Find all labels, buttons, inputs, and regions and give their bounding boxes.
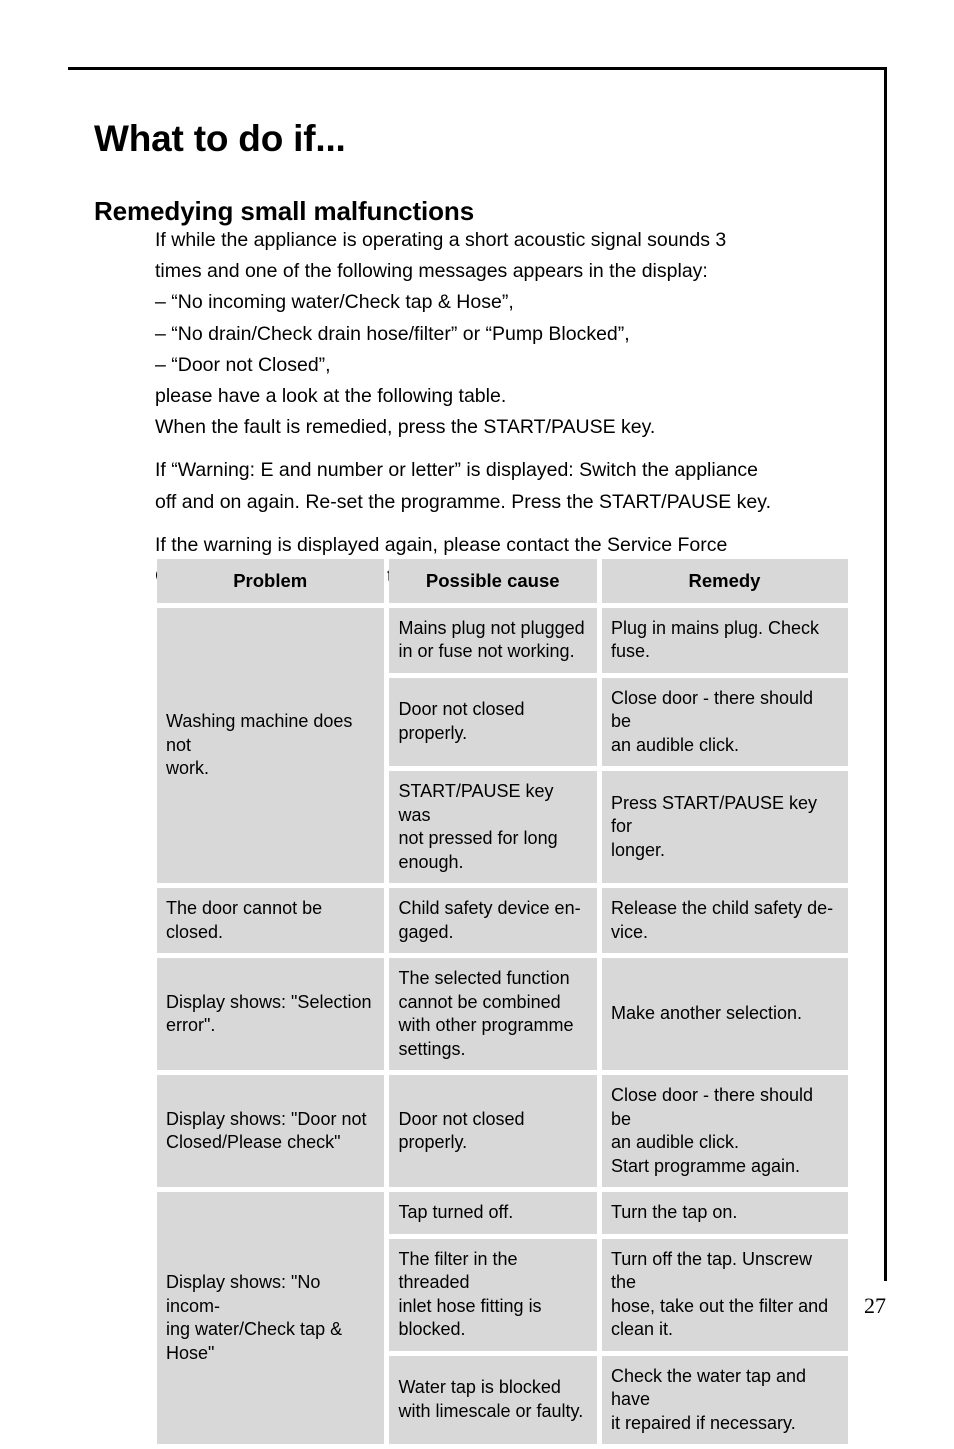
cell-line: Check the water tap and have <box>610 1365 807 1410</box>
cell-line: with limescale or faulty. <box>398 1400 584 1421</box>
cell-remedy: Press START/PAUSE key for longer. <box>601 771 848 883</box>
cell-line: Washing machine does not <box>166 711 353 755</box>
cell-cause: Tap turned off. <box>389 1192 597 1234</box>
cell-cause: START/PAUSE key was not pressed for long… <box>389 771 597 883</box>
cell-problem: Washing machine does not work. <box>157 607 385 883</box>
cell-line: The door cannot be closed. <box>166 898 323 942</box>
cell-line: Display shows: "Selection <box>166 991 372 1012</box>
cell-line: ing water/Check tap & <box>166 1319 343 1339</box>
cell-line: Mains plug not plugged <box>398 617 585 638</box>
cell-cause: Child safety device en- gaged. <box>389 888 597 953</box>
intro-paragraph-1: If while the appliance is operating a sh… <box>155 225 865 443</box>
cell-line: clean it. <box>610 1319 673 1339</box>
cell-line: Close door - there should be <box>610 1085 814 1129</box>
cell-line: Make another selection. <box>610 1003 803 1024</box>
cell-cause: The selected function cannot be combined… <box>389 958 597 1070</box>
cell-line: Press START/PAUSE key for <box>610 792 818 837</box>
cell-remedy: Check the water tap and have it repaired… <box>601 1355 848 1444</box>
cell-remedy: Turn the tap on. <box>601 1192 848 1234</box>
cell-line: an audible click. <box>610 734 740 755</box>
cell-remedy: Plug in mains plug. Check fuse. <box>601 607 848 673</box>
cell-problem: Display shows: "Selection error". <box>157 958 385 1070</box>
cell-line: The filter in the threaded <box>398 1248 518 1293</box>
cell-line: settings. <box>398 1038 466 1059</box>
cell-line: Close door - there should be <box>610 687 814 732</box>
section-heading: Remedying small malfunctions <box>94 195 475 226</box>
cell-cause: Door not closed properly. <box>389 677 597 766</box>
cell-line: Water tap is blocked <box>398 1377 561 1398</box>
intro-line: please have a look at the following tabl… <box>155 385 507 408</box>
cell-remedy: Release the child safety de- vice. <box>601 888 848 953</box>
cell-line: it repaired if necessary. <box>610 1412 796 1433</box>
intro-bullet-line: – “Door not Closed”, <box>155 353 331 376</box>
cell-line: Hose" <box>166 1342 215 1363</box>
cell-line: Display shows: "Door not <box>166 1108 367 1129</box>
cell-line: Child safety device en- <box>398 898 581 918</box>
cell-line: Door not closed properly. <box>398 1108 525 1153</box>
intro-line: times and one of the following messages … <box>155 260 708 283</box>
intro-line: If “Warning: E and number or letter” is … <box>155 459 758 482</box>
intro-paragraph-2: If “Warning: E and number or letter” is … <box>155 455 865 517</box>
cell-cause: Mains plug not plugged in or fuse not wo… <box>389 607 597 673</box>
cell-line: Turn the tap on. <box>610 1202 738 1222</box>
table-header-row: Problem Possible cause Remedy <box>157 559 848 603</box>
cell-line: Start programme again. <box>610 1155 801 1176</box>
column-header-possible-cause: Possible cause <box>389 559 597 603</box>
intro-text-block: If while the appliance is operating a sh… <box>155 225 865 592</box>
cell-line: not pressed for long <box>398 828 558 848</box>
cell-line: Closed/Please check" <box>166 1132 341 1152</box>
column-header-problem: Problem <box>157 559 385 603</box>
cell-cause: Water tap is blocked with limescale or f… <box>389 1355 597 1444</box>
cell-line: blocked. <box>398 1319 466 1339</box>
cell-line: Plug in mains plug. Check <box>610 617 820 638</box>
cell-line: fuse. <box>610 641 650 661</box>
cell-line: Door not closed properly. <box>398 699 525 743</box>
cell-remedy: Close door - there should be an audible … <box>601 677 848 766</box>
table-row: Washing machine does not work. Mains plu… <box>157 607 848 883</box>
page-title: What to do if... <box>94 117 346 159</box>
intro-line: If while the appliance is operating a sh… <box>155 229 727 251</box>
table-row: Display shows: "Door not Closed/Please c… <box>157 1075 848 1187</box>
cell-line: in or fuse not working. <box>398 641 575 661</box>
cell-line: enough. <box>398 851 464 872</box>
table-row: The door cannot be closed. Child safety … <box>157 888 848 953</box>
intro-line: When the fault is remedied, press the ST… <box>155 416 656 439</box>
table-row: Display shows: "No incom- ing water/Chec… <box>157 1192 848 1444</box>
intro-line: off and on again. Re-set the programme. … <box>155 490 771 513</box>
cell-line: Tap turned off. <box>398 1202 514 1222</box>
table-row: Display shows: "Selection error". The se… <box>157 958 848 1070</box>
page-border-right-rule <box>884 67 887 1281</box>
cell-line: cannot be combined <box>398 991 561 1012</box>
cell-line: Release the child safety de- <box>610 898 834 918</box>
cell-cause: Door not closed properly. <box>389 1075 597 1187</box>
cell-problem: Display shows: "Door not Closed/Please c… <box>157 1075 385 1187</box>
cell-remedy: Make another selection. <box>601 958 848 1070</box>
page-number: 27 <box>864 1293 886 1318</box>
cell-line: work. <box>166 758 210 778</box>
cell-line: vice. <box>610 921 648 942</box>
cell-remedy: Close door - there should be an audible … <box>601 1075 848 1187</box>
cell-line: an audible click. <box>610 1132 740 1152</box>
intro-bullet-line: – “No incoming water/Check tap & Hose”, <box>155 291 514 314</box>
cell-line: The selected function <box>398 968 570 988</box>
cell-line: Turn off the tap. Unscrew the <box>610 1248 813 1293</box>
cell-line: with other programme <box>398 1015 574 1035</box>
cell-problem: The door cannot be closed. <box>157 888 385 953</box>
column-header-remedy: Remedy <box>601 559 848 603</box>
cell-line: gaged. <box>398 921 454 942</box>
page-border-top-rule <box>68 67 887 70</box>
cell-line: START/PAUSE key was <box>398 781 554 825</box>
cell-line: longer. <box>610 839 665 860</box>
cell-line: error". <box>166 1015 216 1035</box>
intro-bullet-line: – “No drain/Check drain hose/filter” or … <box>155 322 630 345</box>
